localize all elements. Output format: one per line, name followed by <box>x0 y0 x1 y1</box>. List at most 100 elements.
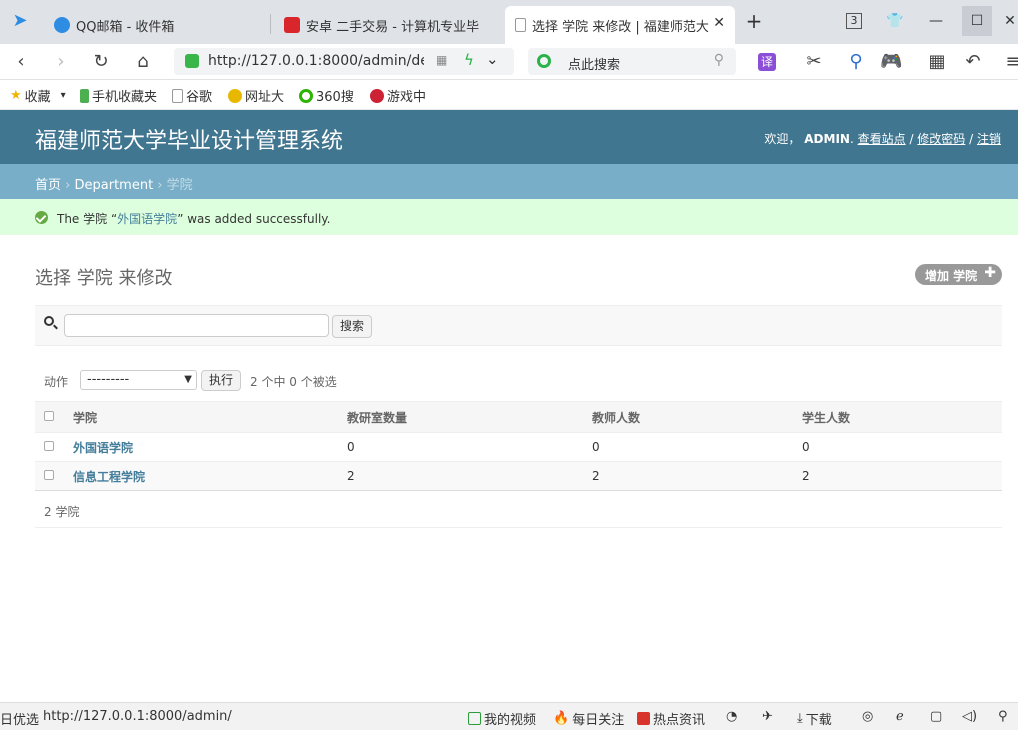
search-button[interactable]: 搜索 <box>332 315 372 338</box>
bookmark-url-nav[interactable]: 网址大 <box>228 86 284 105</box>
college-cell: 外国语学院 <box>70 432 344 462</box>
search-icon[interactable]: ⚲ <box>714 52 724 68</box>
shirt-icon[interactable]: 👕 <box>884 10 906 32</box>
menu-icon[interactable]: ≡ <box>1002 51 1018 73</box>
qq-mail-icon <box>54 17 70 33</box>
add-college-button[interactable]: 增加 学院 ✚ <box>915 264 1002 285</box>
maximize-icon[interactable]: ☐ <box>962 6 992 36</box>
apps-grid-icon[interactable]: ▦ <box>926 51 948 73</box>
column-header-teachers[interactable]: 教师人数 <box>589 401 799 433</box>
selection-counter: 2 个中 0 个被选 <box>250 375 337 389</box>
breadcrumb-current: 学院 <box>166 178 193 193</box>
flame-icon: 🔥 <box>553 711 570 726</box>
tab-title: 选择 学院 来修改 | 福建师范大 <box>532 19 709 35</box>
bookmark-label: 游戏中 <box>387 90 427 105</box>
status-left-text[interactable]: 日优选 <box>0 709 39 728</box>
tab-admin-active[interactable]: 选择 学院 来修改 | 福建师范大 ✕ <box>505 6 735 44</box>
search-input[interactable] <box>64 314 329 337</box>
lightning-icon[interactable]: ϟ <box>464 51 474 69</box>
status-daily-focus[interactable]: 🔥 每日关注 <box>553 709 624 728</box>
breadcrumb-separator: › <box>65 178 71 193</box>
window-icon[interactable]: ▢ <box>930 709 942 724</box>
rocket-icon[interactable]: ✈ <box>762 709 773 724</box>
action-select[interactable]: --------- ▼ <box>80 370 197 390</box>
search-engine-icon[interactable] <box>537 54 551 68</box>
reload-icon[interactable]: ↻ <box>90 51 112 73</box>
star-icon: ★ <box>10 88 22 103</box>
magnifier-icon[interactable]: ⚲ <box>845 51 867 73</box>
page-icon <box>515 18 526 32</box>
view-site-link[interactable]: 查看站点 <box>858 132 906 146</box>
undo-icon[interactable]: ↶ <box>962 51 984 73</box>
home-icon[interactable]: ⌂ <box>132 51 154 73</box>
bookmark-favorites[interactable]: ★ 收藏 ▾ <box>10 86 66 105</box>
browser-status-bar: 日优选 http://127.0.0.1:8000/admin/ 我的视频 🔥 … <box>0 702 1018 730</box>
logout-link[interactable]: 注销 <box>977 132 1001 146</box>
bookmark-label: 收藏 <box>24 90 51 105</box>
browser-search-box[interactable]: 点此搜索 ⚲ <box>528 48 736 75</box>
site-icon <box>228 88 242 103</box>
tab-android-trade[interactable]: 安卓 二手交易 - 计算机专业毕 <box>274 6 500 44</box>
teachers-cell: 0 <box>589 432 799 462</box>
bookmark-google[interactable]: 谷歌 <box>172 86 212 105</box>
success-check-icon <box>35 211 48 224</box>
minimize-icon[interactable]: — <box>925 10 947 32</box>
select-all-cell <box>35 401 70 433</box>
close-tab-icon[interactable]: ✕ <box>713 15 725 31</box>
table-row: 外国语学院 0 0 0 <box>35 432 1002 462</box>
success-message: The 学院 “外国语学院” was added successfully. <box>0 199 1018 235</box>
ie-icon[interactable]: ℯ <box>896 709 904 724</box>
row-checkbox[interactable] <box>44 470 54 480</box>
message-object-link[interactable]: 外国语学院 <box>117 212 177 226</box>
go-button[interactable]: 执行 <box>201 370 241 391</box>
admin-header: 福建师范大学毕业设计管理系统 欢迎， ADMIN. 查看站点 / 修改密码 / … <box>0 110 1018 164</box>
column-header-rooms[interactable]: 教研室数量 <box>344 401 589 433</box>
tab-title: 安卓 二手交易 - 计算机专业毕 <box>306 19 480 35</box>
bookmark-360-search[interactable]: 360搜 <box>299 86 354 105</box>
new-tab-button[interactable]: + <box>743 10 765 32</box>
tab-qq-mail[interactable]: QQ邮箱 - 收件箱 <box>44 6 270 44</box>
page-title: 选择 学院 来修改 <box>35 268 173 289</box>
breadcrumb-app[interactable]: Department <box>75 178 154 193</box>
breadcrumb-separator: › <box>157 178 163 193</box>
change-password-link[interactable]: 修改密码 <box>917 132 965 146</box>
status-download[interactable]: ⤓ 下载 <box>797 709 832 728</box>
column-header-college[interactable]: 学院 <box>70 401 344 433</box>
close-window-icon[interactable]: ✕ <box>999 10 1018 32</box>
result-list: 学院 教研室数量 教师人数 学生人数 外国语学院 0 0 0 信息工程学院 2 … <box>35 401 1002 491</box>
page-icon <box>172 88 183 103</box>
translate-icon[interactable]: 译 <box>758 53 776 71</box>
bookmark-label: 360搜 <box>316 90 354 105</box>
status-hot-news[interactable]: 热点资讯 <box>637 709 705 728</box>
volume-icon[interactable]: ◁) <box>962 709 977 724</box>
bookmark-games[interactable]: 游戏中 <box>370 86 426 105</box>
paginator: 2 学院 <box>35 490 1002 528</box>
back-icon[interactable]: ‹ <box>10 51 32 73</box>
status-my-videos[interactable]: 我的视频 <box>468 709 536 728</box>
video-play-icon <box>468 712 481 725</box>
news-icon <box>637 712 650 725</box>
site-title[interactable]: 福建师范大学毕业设计管理系统 <box>35 123 343 155</box>
scissors-icon[interactable]: ✂ <box>803 51 825 73</box>
row-checkbox[interactable] <box>44 441 54 451</box>
breadcrumb-home[interactable]: 首页 <box>35 178 61 193</box>
college-link[interactable]: 信息工程学院 <box>73 470 145 484</box>
speed-icon[interactable]: ◔ <box>726 709 737 724</box>
browser-logo-icon[interactable]: ➤ <box>9 10 31 32</box>
college-link[interactable]: 外国语学院 <box>73 441 133 455</box>
browser-tab-bar: ➤ QQ邮箱 - 收件箱 安卓 二手交易 - 计算机专业毕 选择 学院 来修改 … <box>0 0 1018 44</box>
tab-count-badge[interactable]: 3 <box>846 13 862 29</box>
forward-icon[interactable]: › <box>50 51 72 73</box>
gamepad-icon[interactable]: 🎮 <box>880 51 902 73</box>
cookie-icon[interactable]: ◎ <box>862 709 873 724</box>
dropdown-icon[interactable]: ⌄ <box>486 50 499 68</box>
select-all-checkbox[interactable] <box>44 411 54 421</box>
qr-code-icon[interactable]: ▦ <box>436 53 447 67</box>
action-selected-value: --------- <box>87 372 130 387</box>
column-header-students[interactable]: 学生人数 <box>799 401 1002 433</box>
bookmark-mobile[interactable]: 手机收藏夹 <box>80 86 157 105</box>
zoom-icon[interactable]: ⚲ <box>998 709 1008 724</box>
user-tools: 欢迎， ADMIN. 查看站点 / 修改密码 / 注销 <box>764 132 1001 146</box>
breadcrumb: 首页 › Department › 学院 <box>0 164 1018 199</box>
address-bar[interactable]: http://127.0.0.1:8000/admin/dep ▦ ϟ ⌄ <box>174 48 514 75</box>
